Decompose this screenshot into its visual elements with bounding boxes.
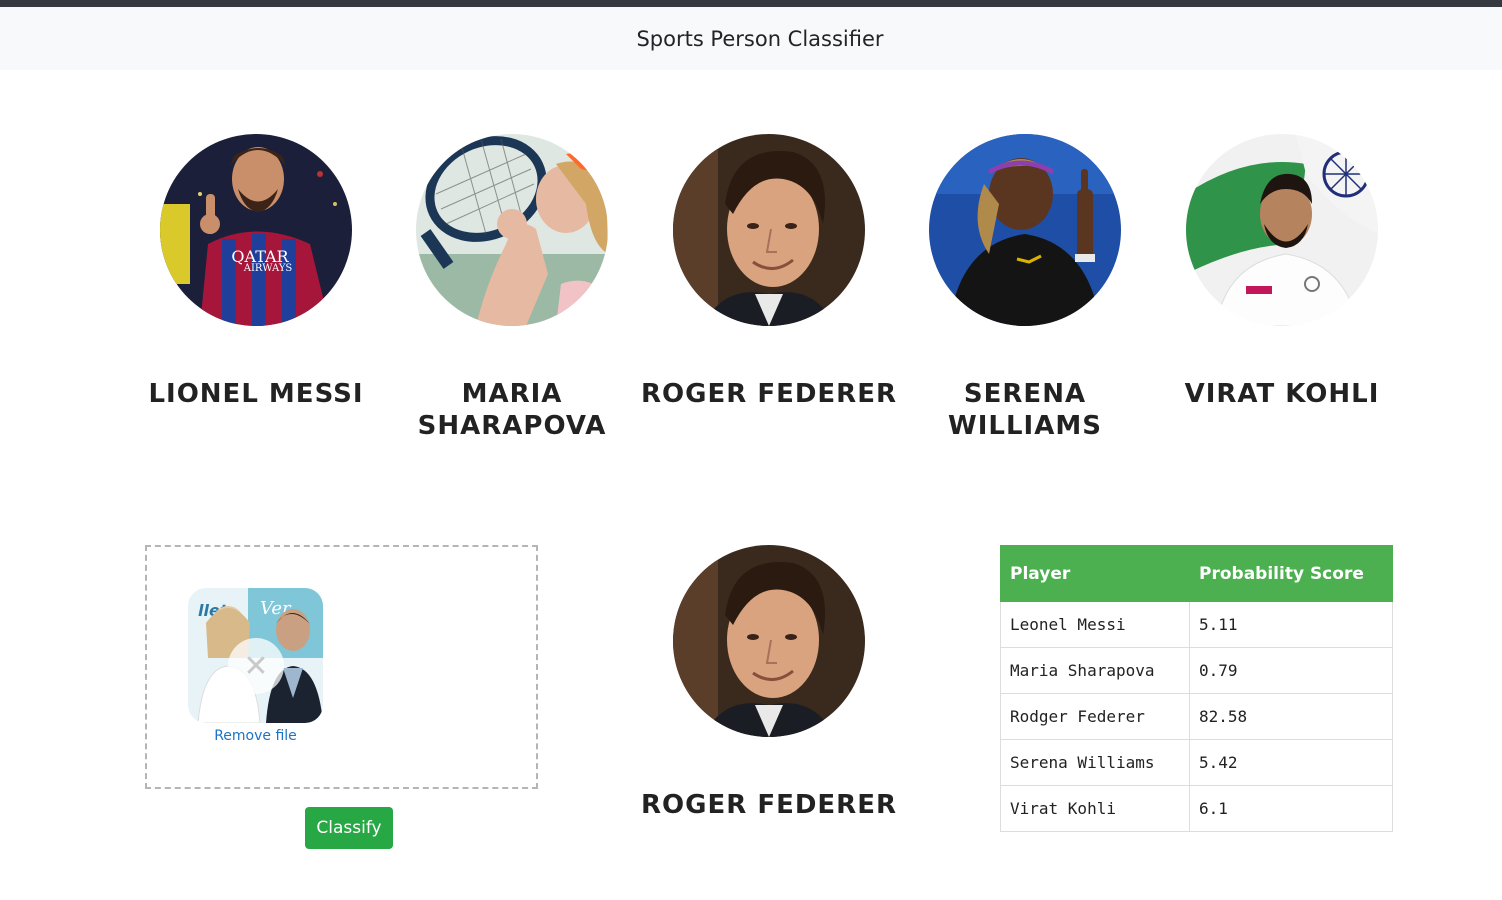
table-row: Maria Sharapova 0.79 — [1000, 647, 1393, 694]
player-card-serena: Serena Williams — [897, 134, 1153, 442]
close-icon[interactable]: ✕ — [228, 638, 284, 694]
player-photo-federer — [673, 134, 865, 326]
upload-dropzone[interactable]: llet Ver ✕ Remove file — [145, 545, 538, 789]
player-card-kohli: Virat Kohli — [1154, 134, 1410, 410]
probability-table: Player Probability Score Leonel Messi 5.… — [1000, 545, 1393, 832]
player-name-messi: Lionel Messi — [148, 379, 364, 409]
score-cell: 0.79 — [1189, 647, 1393, 694]
player-photo-serena — [929, 134, 1121, 326]
table-header-row: Player Probability Score — [1000, 545, 1393, 602]
player-card-messi: QATAR AIRWAYS Lionel Messi — [128, 134, 384, 410]
table-row: Rodger Federer 82.58 — [1000, 693, 1393, 740]
table-row: Leonel Messi 5.11 — [1000, 601, 1393, 648]
score-cell: 82.58 — [1189, 693, 1393, 740]
classify-button[interactable]: Classify — [305, 807, 393, 849]
classification-result: Roger Federer — [641, 545, 897, 821]
player-card-federer: Roger Federer — [641, 134, 897, 410]
column-header-probability: Probability Score — [1189, 545, 1393, 602]
remove-file-link[interactable]: Remove file — [187, 728, 324, 744]
uploaded-image-thumbnail: llet Ver ✕ — [188, 588, 323, 723]
svg-text:AIRWAYS: AIRWAYS — [243, 263, 293, 274]
player-cell: Leonel Messi — [1000, 601, 1190, 648]
player-name-sharapova: Maria Sharapova — [417, 379, 607, 441]
table-row: Virat Kohli 6.1 — [1000, 785, 1393, 832]
player-name-federer: Roger Federer — [641, 379, 897, 409]
column-header-player: Player — [1000, 545, 1190, 602]
score-cell: 5.42 — [1189, 739, 1393, 786]
player-photo-sharapova — [416, 134, 608, 326]
score-cell: 6.1 — [1189, 785, 1393, 832]
player-photo-messi: QATAR AIRWAYS — [160, 134, 352, 326]
player-cell: Rodger Federer — [1000, 693, 1190, 740]
player-photo-kohli — [1186, 134, 1378, 326]
player-name-serena: Serena Williams — [948, 379, 1102, 441]
player-cell: Serena Williams — [1000, 739, 1190, 786]
table-row: Serena Williams 5.42 — [1000, 739, 1393, 786]
player-gallery: QATAR AIRWAYS Lionel Messi — [0, 0, 1502, 470]
file-preview: llet Ver ✕ Remove file — [187, 588, 324, 744]
player-cell: Maria Sharapova — [1000, 647, 1190, 694]
player-name-kohli: Virat Kohli — [1184, 379, 1380, 409]
result-player-name: Roger Federer — [641, 790, 897, 820]
player-cell: Virat Kohli — [1000, 785, 1190, 832]
player-card-sharapova: Maria Sharapova — [384, 134, 640, 442]
result-photo — [673, 545, 865, 737]
score-cell: 5.11 — [1189, 601, 1393, 648]
